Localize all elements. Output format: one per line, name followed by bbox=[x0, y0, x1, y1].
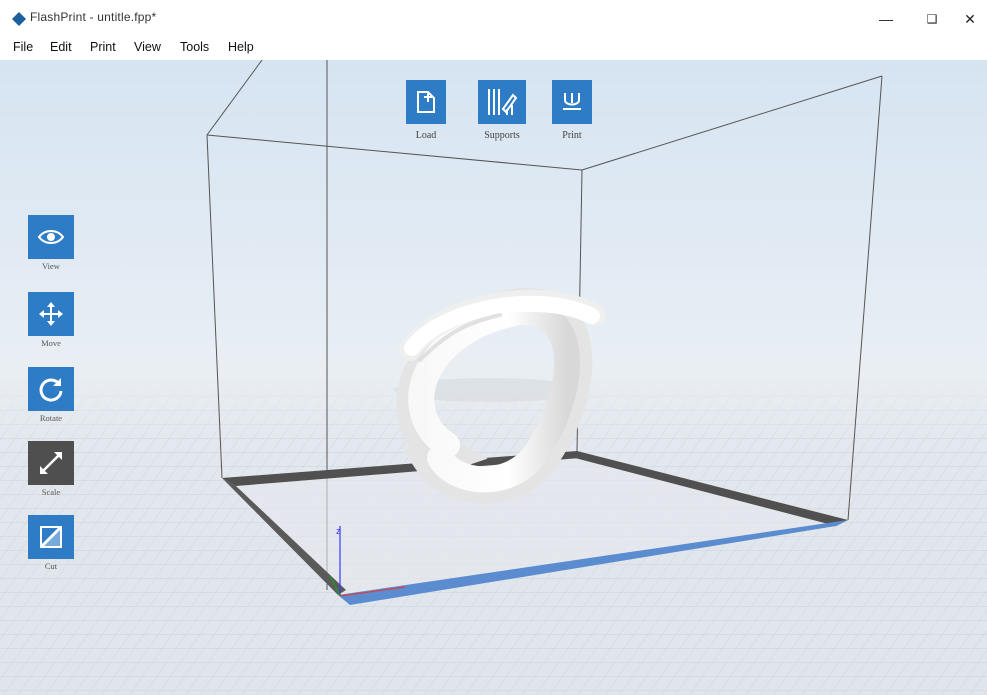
menu-tools[interactable]: Tools bbox=[180, 40, 209, 54]
title-bar: FlashPrint - untitle.fpp* — ❑ ✕ bbox=[0, 0, 987, 36]
menu-help[interactable]: Help bbox=[228, 40, 254, 54]
flashprint-logo-icon bbox=[12, 12, 26, 26]
cut-label: Cut bbox=[44, 561, 58, 571]
menu-view[interactable]: View bbox=[134, 40, 161, 54]
cut-icon bbox=[39, 525, 63, 549]
minimize-button[interactable]: — bbox=[866, 6, 906, 32]
window-title: FlashPrint - untitle.fpp* bbox=[30, 10, 157, 24]
supports-tool[interactable]: Supports bbox=[470, 80, 534, 141]
menu-print[interactable]: Print bbox=[90, 40, 116, 54]
eye-icon bbox=[37, 230, 65, 244]
print-label: Print bbox=[562, 130, 582, 141]
3d-viewport[interactable]: z Load Supports Print View Move Rotate S… bbox=[0, 60, 987, 695]
scene: z bbox=[0, 60, 987, 695]
scale-icon bbox=[40, 452, 62, 474]
cut-button[interactable] bbox=[28, 515, 74, 559]
move-button[interactable] bbox=[28, 292, 74, 336]
print-icon bbox=[563, 93, 581, 110]
scale-tool[interactable]: Scale bbox=[24, 441, 78, 497]
menu-file[interactable]: File bbox=[13, 40, 33, 54]
rotate-icon bbox=[39, 378, 63, 402]
scale-button[interactable] bbox=[28, 441, 74, 485]
cut-tool[interactable]: Cut bbox=[24, 515, 78, 571]
move-label: Move bbox=[41, 338, 61, 348]
supports-label: Supports bbox=[484, 130, 520, 141]
move-arrows-icon bbox=[39, 302, 63, 326]
menu-bar: File Edit Print View Tools Help bbox=[0, 36, 987, 60]
axis-z-label: z bbox=[336, 526, 341, 536]
maximize-button[interactable]: ❑ bbox=[912, 6, 952, 32]
view-tool[interactable]: View bbox=[24, 215, 78, 271]
view-button[interactable] bbox=[28, 215, 74, 259]
load-icon bbox=[417, 91, 435, 113]
print-tool[interactable]: Print bbox=[540, 80, 604, 141]
maximize-icon: ❑ bbox=[926, 12, 938, 26]
close-button[interactable]: ✕ bbox=[950, 6, 987, 32]
load-label: Load bbox=[415, 130, 437, 141]
supports-icon bbox=[488, 89, 518, 115]
minimize-icon: — bbox=[879, 11, 893, 27]
view-label: View bbox=[42, 261, 60, 271]
app-window: FlashPrint - untitle.fpp* — ❑ ✕ File Edi… bbox=[0, 0, 987, 695]
menu-edit[interactable]: Edit bbox=[50, 40, 72, 54]
close-icon: ✕ bbox=[964, 10, 976, 27]
move-tool[interactable]: Move bbox=[24, 292, 78, 348]
print-button[interactable] bbox=[552, 80, 592, 124]
load-button[interactable] bbox=[406, 80, 446, 124]
rotate-button[interactable] bbox=[28, 367, 74, 411]
scale-label: Scale bbox=[41, 487, 61, 497]
supports-button[interactable] bbox=[478, 80, 526, 124]
rotate-label: Rotate bbox=[39, 413, 63, 423]
load-tool[interactable]: Load bbox=[394, 80, 458, 141]
rotate-tool[interactable]: Rotate bbox=[24, 367, 78, 423]
